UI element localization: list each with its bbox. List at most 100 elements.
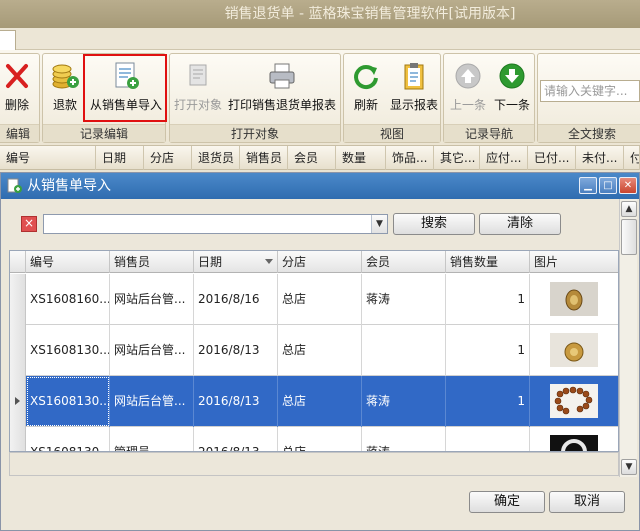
cell-seller[interactable]: 网站后台管...	[110, 274, 194, 325]
group-label-record-edit: 记录编辑	[43, 124, 165, 142]
maximize-button[interactable]: □	[599, 177, 617, 194]
delete-label: 删除	[4, 98, 29, 112]
close-icon: ✕	[623, 180, 633, 191]
group-label-open-object: 打开对象	[170, 124, 340, 142]
cell-member[interactable]: 蒋涛	[362, 274, 446, 325]
cell-picture[interactable]	[530, 325, 618, 376]
cell-date[interactable]: 2016/8/13	[194, 325, 278, 376]
group-label-edit: 编辑	[0, 124, 39, 142]
column-header-sales-qty[interactable]: 销售数量	[446, 251, 530, 273]
scroll-up-button[interactable]: ▲	[621, 201, 637, 217]
column-header-branch[interactable]: 分店	[278, 251, 362, 273]
cell-date[interactable]: 2016/8/16	[194, 274, 278, 325]
dialog-title: 从销售单导入	[27, 178, 111, 194]
column-header-date[interactable]: 日期	[194, 251, 278, 273]
cell-sales-qty[interactable]: 1	[446, 274, 530, 325]
bg-column-header[interactable]: 数量	[336, 146, 386, 170]
cell-code[interactable]: XS1608160...	[26, 274, 110, 325]
bg-column-header[interactable]: 编号	[0, 146, 96, 170]
cell-seller[interactable]: 网站后台管...	[110, 376, 194, 427]
bg-column-header[interactable]: 分店	[144, 146, 192, 170]
scroll-down-button[interactable]: ▼	[621, 459, 637, 475]
cell-picture[interactable]	[530, 376, 618, 427]
open-object-button[interactable]: 打开对象	[172, 58, 224, 120]
cell-branch[interactable]: 总店	[278, 325, 362, 376]
bg-column-header[interactable]: 其它...	[434, 146, 480, 170]
minimize-button[interactable]: ▁	[579, 177, 597, 194]
cancel-button[interactable]: 取消	[549, 491, 625, 513]
chevron-down-icon[interactable]: ▼	[371, 215, 387, 233]
cell-code[interactable]: XS1608130...	[26, 325, 110, 376]
delete-x-icon	[6, 64, 28, 88]
table-row-selected[interactable]: XS1608130... 网站后台管... 2016/8/13 总店 蒋涛 1	[10, 376, 618, 427]
cell-member[interactable]: 蒋涛	[362, 427, 446, 451]
previous-record-label: 上一条	[449, 98, 486, 112]
cell-date[interactable]: 2016/8/13	[194, 376, 278, 427]
table-row[interactable]: XS1608160... 网站后台管... 2016/8/16 总店 蒋涛 1	[10, 274, 618, 325]
cell-seller[interactable]: 管理员	[110, 427, 194, 451]
bg-column-header[interactable]: 付	[624, 146, 640, 170]
cell-member[interactable]	[362, 325, 446, 376]
row-indicator[interactable]	[10, 274, 26, 325]
group-label-record-nav: 记录导航	[444, 124, 534, 142]
search-button[interactable]: 搜索	[393, 213, 475, 235]
refresh-button[interactable]: 刷新	[346, 58, 386, 120]
clear-filter-icon[interactable]: ×	[21, 216, 37, 232]
bg-column-header[interactable]: 日期	[96, 146, 144, 170]
cell-sales-qty[interactable]	[446, 427, 530, 451]
keyword-search-input[interactable]: 请输入关键字...	[540, 80, 640, 102]
refund-button[interactable]: 退款	[45, 58, 85, 120]
sales-order-grid: 编号 销售员 日期 分店 会员 销售数量 图片 XS1608160... 网站后…	[9, 250, 619, 452]
delete-button[interactable]: 删除	[0, 58, 37, 120]
bg-column-header[interactable]: 未付...	[576, 146, 624, 170]
ok-button[interactable]: 确定	[469, 491, 545, 513]
group-label-fulltext-search: 全文搜索	[538, 124, 640, 142]
sort-descending-icon	[265, 259, 273, 264]
bg-column-header[interactable]: 应付...	[480, 146, 528, 170]
bg-column-header[interactable]: 已付...	[528, 146, 576, 170]
clear-button[interactable]: 清除	[479, 213, 561, 235]
horizontal-scrollbar[interactable]	[9, 452, 619, 476]
group-label-view: 视图	[344, 124, 440, 142]
cell-sales-qty[interactable]: 1	[446, 376, 530, 427]
cell-date[interactable]: 2016/8/13	[194, 427, 278, 451]
previous-record-button[interactable]: 上一条	[446, 58, 490, 120]
ribbon-group-edit: 删除 编辑	[0, 53, 40, 143]
bg-column-header[interactable]: 会员	[288, 146, 336, 170]
cell-branch[interactable]: 总店	[278, 376, 362, 427]
print-return-report-button[interactable]: 打印销售退货单报表	[226, 58, 338, 120]
cell-sales-qty[interactable]: 1	[446, 325, 530, 376]
cell-code[interactable]: XS1608130...	[26, 427, 110, 451]
cell-picture[interactable]	[530, 274, 618, 325]
cell-code[interactable]: XS1608130...	[26, 376, 110, 427]
column-header-seller[interactable]: 销售员	[110, 251, 194, 273]
document-tab[interactable]	[0, 30, 16, 50]
close-button[interactable]: ✕	[619, 177, 637, 194]
column-header-picture[interactable]: 图片	[530, 251, 618, 273]
row-indicator[interactable]	[10, 427, 26, 451]
next-record-button[interactable]: 下一条	[490, 58, 534, 120]
column-header-code[interactable]: 编号	[26, 251, 110, 273]
row-indicator[interactable]	[10, 325, 26, 376]
cell-picture[interactable]	[530, 427, 618, 451]
row-indicator[interactable]	[10, 376, 26, 427]
bg-column-header[interactable]: 退货员	[192, 146, 240, 170]
refresh-icon	[354, 65, 378, 90]
cell-branch[interactable]: 总店	[278, 427, 362, 451]
cell-branch[interactable]: 总店	[278, 274, 362, 325]
cell-member[interactable]: 蒋涛	[362, 376, 446, 427]
table-row[interactable]: XS1608130... 网站后台管... 2016/8/13 总店 1	[10, 325, 618, 376]
ribbon-group-view: 刷新 显示报表 视图	[343, 53, 441, 143]
bg-column-header[interactable]: 销售员	[240, 146, 288, 170]
bg-column-header[interactable]: 饰品...	[386, 146, 434, 170]
scrollbar-thumb[interactable]	[621, 219, 637, 255]
import-dialog: 从销售单导入 ▁ □ ✕ × ▼ 搜索 清除 编号 销售员 日期 分店 会员 销…	[0, 172, 640, 531]
printer-icon	[269, 63, 295, 89]
table-row[interactable]: XS1608130... 管理员 2016/8/13 总店 蒋涛	[10, 427, 618, 451]
column-header-member[interactable]: 会员	[362, 251, 446, 273]
row-indicator-header	[10, 251, 26, 273]
search-combo-input[interactable]: ▼	[43, 214, 388, 234]
vertical-scrollbar[interactable]: ▲ ▼	[619, 199, 637, 477]
show-report-button[interactable]: 显示报表	[388, 58, 440, 120]
cell-seller[interactable]: 网站后台管...	[110, 325, 194, 376]
